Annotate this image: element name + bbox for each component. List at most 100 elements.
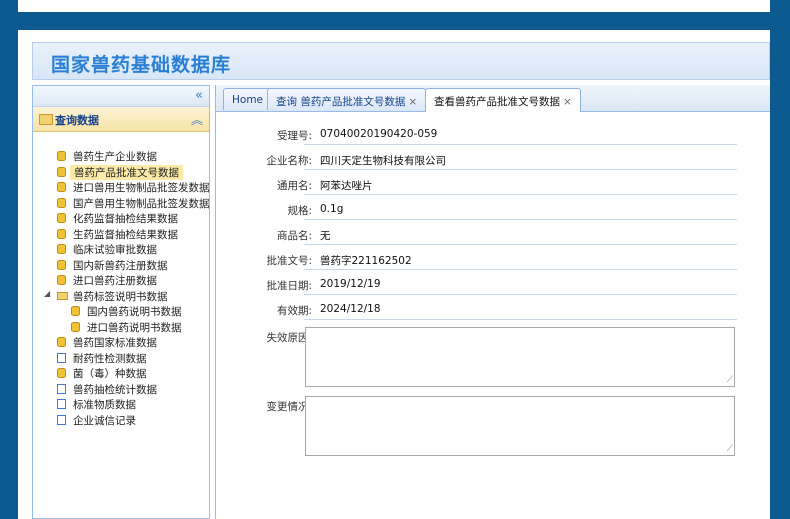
field-label: 商品名: [276, 230, 312, 242]
database-icon [57, 228, 66, 239]
sidebar-item[interactable]: 企业诚信记录 [33, 412, 209, 428]
field-label: 有效期: [276, 305, 312, 317]
database-icon [57, 244, 66, 254]
field-label: 批准日期: [266, 280, 312, 292]
field-value: 07040020190420-059 [320, 128, 438, 140]
query-panel-header[interactable]: 查询数据 ︽ [33, 107, 209, 132]
expand-triangle-icon[interactable]: ◢ [44, 289, 50, 298]
sidebar-item-label: 企业诚信记录 [73, 414, 136, 427]
tab-label: 查询 兽药产品批准文号数据 [276, 96, 406, 108]
folder-icon [57, 291, 68, 300]
app-header: 国家兽药基础数据库 [32, 42, 770, 80]
textarea-label: 失效原因: [266, 332, 312, 344]
sidebar-item[interactable]: 临床试验审批数据 [33, 241, 209, 257]
resize-grip-icon[interactable]: ⟋ [727, 445, 733, 454]
database-icon [57, 151, 66, 161]
field-underline [304, 319, 737, 320]
sidebar-item[interactable]: ◢ 兽药标签说明书数据 [33, 288, 209, 304]
database-icon [57, 275, 66, 285]
field-value: 阿苯达唑片 [320, 180, 373, 192]
field-value: 0.1g [320, 203, 344, 215]
sidebar-item[interactable]: 标准物质数据 [33, 396, 209, 412]
tab-label: Home [232, 94, 264, 106]
document-icon [57, 399, 66, 409]
sidebar-item-label: 菌（毒）种数据 [73, 368, 147, 380]
sidebar-item-label: 兽药标签说明书数据 [73, 290, 168, 303]
tab-0[interactable]: Home [223, 88, 273, 110]
sidebar-item-label: 兽药生产企业数据 [73, 151, 157, 163]
sidebar-item-label: 临床试验审批数据 [73, 244, 157, 256]
invalid-reason-textarea[interactable]: ⟋ [305, 327, 735, 387]
database-icon [57, 166, 66, 177]
close-icon[interactable]: × [563, 96, 572, 108]
sidebar-item-label: 进口兽药注册数据 [73, 275, 157, 287]
form-row: 有效期: 2024/12/18 [216, 300, 770, 320]
tab-strip: Home 查询 兽药产品批准文号数据 × 查看兽药产品批准文号数据 × [216, 85, 770, 112]
field-label: 批准文号: [266, 255, 312, 267]
sidebar-tree: 兽药生产企业数据 兽药产品批准文号数据进口兽用生物制品批签发数据 国产兽用生物制品批… [33, 148, 210, 428]
database-icon [57, 213, 66, 223]
sidebar-item[interactable]: 国内兽药说明书数据 [33, 303, 209, 319]
double-chevron-left-icon[interactable]: « [195, 88, 203, 103]
top-strip [18, 0, 770, 12]
field-label: 规格: [287, 205, 312, 217]
field-value: 2024/12/18 [320, 303, 381, 315]
sidebar-item[interactable]: 进口兽用生物制品批签发数据 [33, 179, 210, 195]
sidebar-item-label: 标准物质数据 [73, 399, 136, 411]
field-underline [304, 169, 737, 170]
tab-1[interactable]: 查询 兽药产品批准文号数据 × [267, 88, 427, 110]
sidebar-item-label: 兽药产品批准文号数据 [70, 164, 183, 180]
sidebar-item-label: 耐药性检测数据 [73, 352, 147, 365]
database-icon [57, 182, 66, 192]
sidebar-item[interactable]: 兽药抽检统计数据 [33, 381, 209, 397]
document-icon [57, 352, 66, 363]
sidebar-item[interactable]: 兽药国家标准数据 [33, 334, 209, 350]
form-row: 企业名称: 四川天定生物科技有限公司 [216, 150, 770, 170]
document-icon [57, 414, 66, 425]
sidebar-item-label: 兽药国家标准数据 [73, 337, 157, 349]
sidebar-item-label: 国内新兽药注册数据 [73, 259, 168, 272]
tab-label: 查看兽药产品批准文号数据 [434, 96, 560, 108]
sidebar-item[interactable]: 进口兽药注册数据 [33, 272, 209, 288]
sidebar-item-label: 进口兽用生物制品批签发数据 [73, 182, 210, 194]
sidebar-item[interactable]: 生药监督抽检结果数据 [33, 226, 209, 242]
tab-2[interactable]: 查看兽药产品批准文号数据 × [425, 88, 581, 112]
double-chevron-up-icon[interactable]: ︽ [191, 111, 203, 128]
sidebar-item[interactable]: 耐药性检测数据 [33, 350, 209, 366]
database-icon [71, 321, 80, 332]
sidebar-item[interactable]: 国内新兽药注册数据 [33, 257, 209, 273]
database-icon [71, 306, 80, 316]
app-title: 国家兽药基础数据库 [51, 54, 232, 76]
query-panel-title: 查询数据 [55, 114, 99, 127]
sidebar-item-label: 化药监督抽检结果数据 [73, 213, 178, 225]
app-frame: 国家兽药基础数据库 « 查询数据 ︽ 兽药生产企业数据 兽药产品批准文号数据进口兽… [18, 30, 770, 519]
field-underline [304, 194, 737, 195]
field-underline [304, 144, 737, 145]
sidebar-item[interactable]: 化药监督抽检结果数据 [33, 210, 209, 226]
close-icon[interactable]: × [408, 96, 417, 108]
resize-grip-icon[interactable]: ⟋ [727, 376, 733, 385]
sidebar-item[interactable]: 兽药产品批准文号数据 [33, 164, 209, 180]
textarea-label: 变更情况: [266, 401, 312, 413]
sidebar-item[interactable]: 国产兽用生物制品批签发数据 [33, 195, 210, 211]
field-underline [304, 244, 737, 245]
field-value: 兽药字221162502 [320, 255, 412, 267]
sidebar: « 查询数据 ︽ 兽药生产企业数据 兽药产品批准文号数据进口兽用生物制品批签发数据… [32, 85, 210, 519]
sidebar-item-label: 兽药抽检统计数据 [73, 383, 157, 396]
sidebar-item[interactable]: 兽药生产企业数据 [33, 148, 209, 164]
sidebar-item[interactable]: 菌（毒）种数据 [33, 365, 209, 381]
database-icon [57, 259, 66, 270]
document-icon [57, 383, 66, 394]
sidebar-item[interactable]: 进口兽药说明书数据 [33, 319, 209, 335]
field-label: 受理号: [276, 130, 312, 142]
form-row: 受理号: 07040020190420-059 [216, 125, 770, 145]
sidebar-collapse-bar[interactable]: « [33, 86, 209, 107]
form-row: 批准日期: 2019/12/19 [216, 275, 770, 295]
form-row: 批准文号: 兽药字221162502 [216, 250, 770, 270]
form-row: 规格: 0.1g [216, 200, 770, 220]
database-icon [57, 368, 66, 378]
sidebar-item-label: 生药监督抽检结果数据 [73, 228, 178, 241]
field-value: 四川天定生物科技有限公司 [320, 155, 446, 167]
change-info-textarea[interactable]: ⟋ [305, 396, 735, 456]
field-value: 无 [320, 230, 331, 242]
